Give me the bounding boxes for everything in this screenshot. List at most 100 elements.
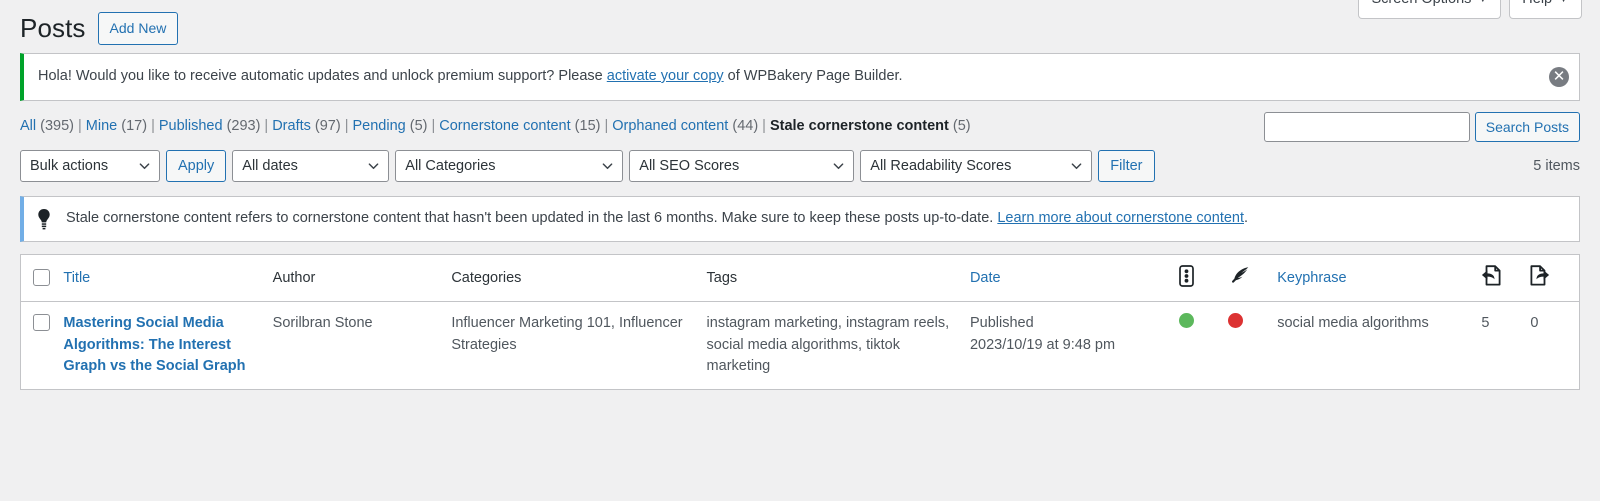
search-input[interactable]	[1263, 111, 1470, 142]
chevron-down-icon	[139, 163, 150, 169]
status-filter-orphaned-count: (44)	[732, 117, 759, 134]
status-filter-cornerstone: Cornerstone content (15) |	[439, 118, 612, 134]
post-tags-link[interactable]: instagram marketing, instagram reels, so…	[707, 315, 950, 375]
status-filter-mine-count: (17)	[121, 117, 148, 134]
table-body: Mastering Social Media Algorithms: The I…	[21, 301, 1580, 389]
readability-score-filter-value: All Readability Scores	[870, 157, 1012, 174]
status-filter-published-count: (293)	[226, 117, 261, 134]
notice-text-after: of WPBakery Page Builder.	[723, 68, 903, 84]
add-new-button[interactable]: Add New	[97, 11, 179, 46]
column-header-tags-label: Tags	[706, 269, 738, 286]
status-filter-list: All (395) | Mine (17) | Published (293) | Draf…	[20, 112, 971, 141]
status-filter-drafts: Drafts (97) |	[272, 118, 352, 134]
chevron-down-icon	[368, 163, 379, 169]
learn-more-cornerstone-link[interactable]: Learn more about cornerstone content	[997, 210, 1244, 226]
column-header-tags: Tags	[706, 254, 970, 302]
status-filter-all-link[interactable]: All	[20, 118, 36, 134]
post-categories-link[interactable]: Influencer Marketing 101, Influencer Str…	[451, 315, 682, 353]
column-header-author: Author	[272, 254, 452, 302]
table-header-row: Title Author Categories Tags Date Keyphr…	[20, 254, 1580, 302]
items-count: 5 items	[1533, 157, 1580, 174]
post-title-link[interactable]: Mastering Social Media Algorithms: The I…	[63, 313, 262, 378]
column-header-seo-score[interactable]	[1179, 254, 1229, 302]
screen-options-button[interactable]: Screen Options ▼	[1358, 0, 1502, 19]
cell-outgoing-links: 0	[1530, 314, 1539, 331]
filter-separator: |	[604, 117, 609, 134]
column-header-outgoing-links[interactable]	[1530, 254, 1580, 302]
seo-score-filter-value: All SEO Scores	[639, 157, 740, 174]
help-button[interactable]: Help ▼	[1509, 0, 1582, 19]
filter-button[interactable]: Filter	[1098, 149, 1155, 182]
post-author-link[interactable]: Sorilbran Stone	[273, 315, 373, 331]
status-filter-pending-link[interactable]: Pending	[352, 118, 405, 134]
cell-keyphrase: social media algorithms	[1277, 301, 1481, 389]
table-toolbar: Bulk actions Apply All dates All Categor…	[0, 142, 1600, 186]
status-filter-cornerstone-link[interactable]: Cornerstone content	[439, 118, 570, 134]
column-header-date[interactable]: Date	[969, 254, 1180, 302]
status-filter-drafts-link[interactable]: Drafts	[272, 118, 311, 134]
status-filter-pending: Pending (5) |	[352, 118, 439, 134]
category-filter-value: All Categories	[405, 157, 496, 174]
status-filter-orphaned: Orphaned content (44) |	[612, 118, 770, 134]
cell-seo-score	[1179, 301, 1228, 389]
status-filter-published: Published (293) |	[159, 118, 272, 134]
help-label: Help	[1522, 0, 1552, 7]
status-filter-mine-link[interactable]: Mine	[86, 118, 117, 134]
close-icon[interactable]: ✕	[1549, 66, 1569, 87]
cell-title: Mastering Social Media Algorithms: The I…	[63, 301, 272, 389]
status-filter-all-count: (395)	[40, 117, 75, 134]
status-filter-mine: Mine (17) |	[86, 118, 159, 134]
row-select-checkbox[interactable]	[33, 314, 50, 332]
chevron-down-icon: ▼	[1558, 0, 1569, 8]
screen-meta-links: Screen Options ▼ Help ▼	[1358, 0, 1582, 19]
select-all-checkbox[interactable]	[33, 269, 50, 287]
search-posts-button[interactable]: Search Posts	[1474, 111, 1580, 142]
status-filter-stale-cornerstone-link[interactable]: Stale cornerstone content	[770, 118, 949, 134]
column-header-title[interactable]: Title	[63, 254, 273, 302]
category-filter-select[interactable]: All Categories	[395, 149, 624, 182]
column-header-title-label: Title	[63, 269, 91, 286]
bulk-actions-select[interactable]: Bulk actions	[20, 149, 160, 182]
bulk-actions-value: Bulk actions	[30, 157, 109, 174]
cell-incoming-links: 5	[1481, 314, 1490, 331]
post-keyphrase: social media algorithms	[1277, 314, 1429, 331]
column-header-date-label: Date	[969, 269, 1001, 286]
lightbulb-icon	[38, 208, 50, 230]
cell-readability-score	[1228, 301, 1277, 389]
seo-score-filter-select[interactable]: All SEO Scores	[629, 149, 855, 182]
filter-separator: |	[151, 117, 155, 134]
filter-separator: |	[762, 117, 766, 134]
stale-cornerstone-info-notice: Stale cornerstone content refers to corn…	[20, 195, 1580, 242]
screen-options-label: Screen Options	[1371, 0, 1471, 7]
incoming-links-icon	[1481, 265, 1501, 286]
info-notice-text: Stale cornerstone content refers to corn…	[66, 208, 1248, 230]
row-select-cell	[21, 301, 64, 389]
post-date-value: 2023/10/19 at 9:48 pm	[969, 336, 1116, 353]
status-filter-stale-cornerstone-count: (5)	[952, 117, 971, 134]
column-header-categories-label: Categories	[451, 269, 522, 286]
select-all-column	[20, 254, 64, 302]
date-filter-select[interactable]: All dates	[232, 149, 390, 182]
status-filter-pending-count: (5)	[409, 117, 428, 134]
filter-separator: |	[264, 117, 269, 134]
chevron-down-icon: ▼	[1477, 0, 1488, 8]
status-filter-orphaned-link[interactable]: Orphaned content	[612, 118, 728, 134]
column-header-keyphrase-label: Keyphrase	[1277, 269, 1347, 286]
chevron-down-icon	[602, 163, 613, 169]
column-header-keyphrase[interactable]: Keyphrase	[1277, 254, 1482, 302]
column-header-readability-score[interactable]	[1228, 254, 1278, 302]
column-header-incoming-links[interactable]	[1481, 254, 1531, 302]
search-box: Search Posts	[1263, 111, 1580, 142]
post-date-status: Published	[969, 314, 1034, 331]
cell-tags: instagram marketing, instagram reels, so…	[707, 301, 970, 389]
filters-and-search-row: All (395) | Mine (17) | Published (293) | Draf…	[0, 101, 1600, 142]
cell-author: Sorilbran Stone	[273, 301, 452, 389]
readability-score-filter-select[interactable]: All Readability Scores	[860, 149, 1093, 182]
status-filter-stale-cornerstone: Stale cornerstone content (5)	[770, 118, 971, 134]
apply-button[interactable]: Apply	[166, 149, 227, 182]
column-header-author-label: Author	[272, 269, 316, 286]
activate-copy-link[interactable]: activate your copy	[607, 68, 724, 84]
page-title: Posts	[20, 12, 86, 43]
date-filter-value: All dates	[242, 157, 298, 174]
status-filter-published-link[interactable]: Published	[159, 118, 223, 134]
